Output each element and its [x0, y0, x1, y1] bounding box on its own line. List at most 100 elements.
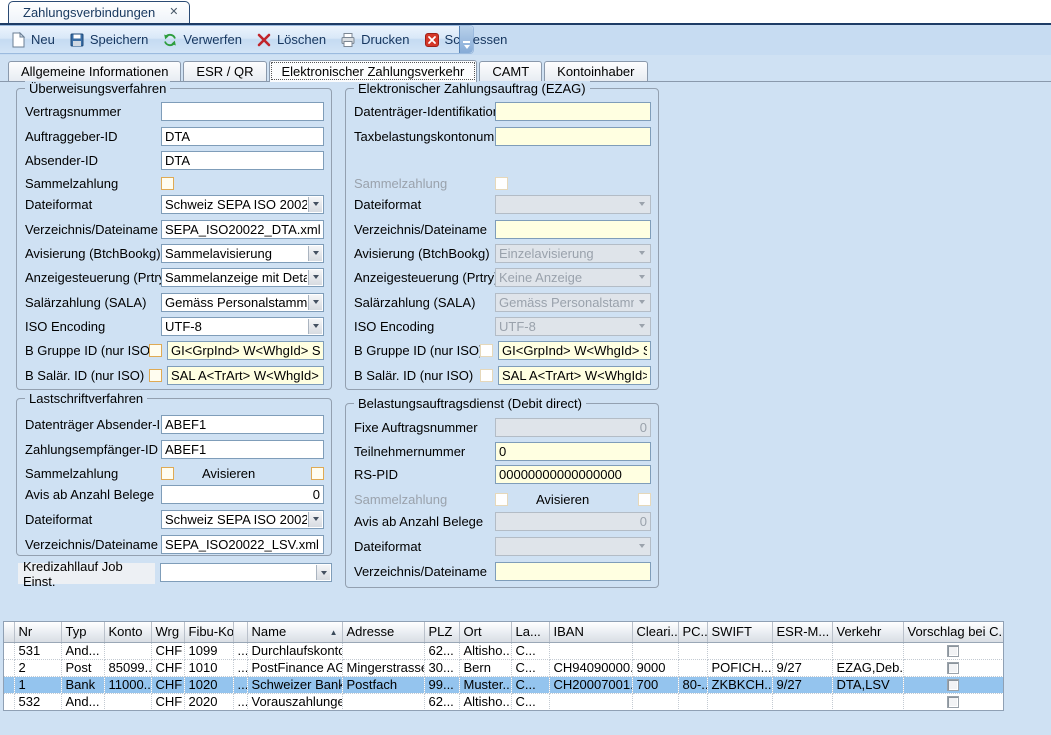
sammelzahlung-checkbox[interactable]	[161, 467, 174, 480]
column-header[interactable]: La...	[511, 622, 549, 642]
grid-cell[interactable]: Postfach	[342, 676, 424, 693]
grid-cell[interactable]: And...	[61, 642, 104, 659]
grid-cell[interactable]: 532	[14, 693, 61, 710]
grid-cell[interactable]	[549, 642, 632, 659]
grid-cell[interactable]: ZKBKCH...	[707, 676, 772, 693]
column-header[interactable]	[4, 622, 14, 642]
column-header[interactable]: Name▲	[247, 622, 342, 642]
grid-cell[interactable]: ...	[233, 693, 247, 710]
grid-cell[interactable]: 1099	[184, 642, 233, 659]
grid-cell[interactable]: 531	[14, 642, 61, 659]
tab-kontoinhaber[interactable]: Kontoinhaber	[544, 61, 647, 81]
grid-cell[interactable]	[832, 642, 903, 659]
table-row[interactable]: 531And...CHF1099...Durchlaufskonto62...A…	[4, 642, 1003, 659]
table-row[interactable]: 532And... CHF2020...Vorauszahlungen 62...A…	[4, 693, 1003, 710]
grid-cell[interactable]	[678, 642, 707, 659]
grid-cell[interactable]: PostFinance AG	[247, 659, 342, 676]
grid-cell[interactable]	[104, 642, 151, 659]
verzeichnis-input[interactable]	[161, 220, 324, 239]
grid-cell[interactable]: Mingerstrasse ...	[342, 659, 424, 676]
grid-cell[interactable]: DTA,LSV	[832, 676, 903, 693]
avisierung-dropdown[interactable]: Sammelavisierung	[161, 244, 324, 263]
grid-cell[interactable]: CHF	[151, 693, 184, 710]
absender-id-input[interactable]	[161, 151, 324, 170]
discard-button[interactable]: Verwerfen	[155, 30, 249, 50]
avisieren-checkbox[interactable]	[638, 493, 651, 506]
grid-cell[interactable]: EZAG,Deb...	[832, 659, 903, 676]
row-proposal-checkbox[interactable]	[947, 662, 959, 674]
dateiformat-dropdown[interactable]: Schweiz SEPA ISO 20022 XM	[161, 195, 324, 214]
grid-cell[interactable]	[832, 693, 903, 710]
print-button[interactable]: Drucken	[333, 30, 416, 50]
grid-cell[interactable]: 700	[632, 676, 678, 693]
table-row[interactable]: 1Bank11000...CHF1020...Schweizer BankPos…	[4, 676, 1003, 693]
iso-encoding-dropdown[interactable]: UTF-8	[161, 317, 324, 336]
column-header[interactable]: SWIFT	[707, 622, 772, 642]
vertragsnummer-input[interactable]	[161, 102, 324, 121]
grid-cell[interactable]: Post	[61, 659, 104, 676]
b-gruppe-id-checkbox[interactable]	[149, 344, 162, 357]
grid-cell[interactable]	[549, 693, 632, 710]
sammelzahlung-checkbox[interactable]	[161, 177, 174, 190]
save-button[interactable]: Speichern	[62, 30, 156, 50]
tab-elektronischer-zahlungsverkehr[interactable]: Elektronischer Zahlungsverkehr	[269, 60, 478, 82]
avis-ab-anzahl-belege-input[interactable]	[161, 485, 324, 504]
column-header[interactable]	[233, 622, 247, 642]
column-header[interactable]: Konto	[104, 622, 151, 642]
grid-cell[interactable]: C...	[511, 642, 549, 659]
grid-cell[interactable]: CHF	[151, 659, 184, 676]
grid-cell[interactable]: Durchlaufskonto	[247, 642, 342, 659]
taxbelastungskontonummer-input[interactable]	[495, 127, 651, 146]
row-proposal-checkbox[interactable]	[947, 696, 959, 708]
grid-cell[interactable]	[342, 642, 424, 659]
grid-cell[interactable]: 62...	[424, 693, 459, 710]
grid-cell[interactable]: 85099...	[104, 659, 151, 676]
column-header[interactable]: Ort	[459, 622, 511, 642]
grid-cell[interactable]: Muster...	[459, 676, 511, 693]
column-header[interactable]: PC...	[678, 622, 707, 642]
grid-cell[interactable]: ...	[233, 642, 247, 659]
grid-cell[interactable]: Vorauszahlungen	[247, 693, 342, 710]
column-header[interactable]: Fibu-Ko...	[184, 622, 233, 642]
grid-cell[interactable]	[104, 693, 151, 710]
chevron-down-icon[interactable]	[308, 295, 322, 310]
teilnehmernummer-input[interactable]	[495, 442, 651, 461]
grid-cell[interactable]	[707, 693, 772, 710]
grid-cell[interactable]: 80-...	[678, 676, 707, 693]
grid-cell[interactable]: 11000...	[104, 676, 151, 693]
chevron-down-icon[interactable]	[308, 197, 322, 212]
grid-cell[interactable]: ...	[233, 659, 247, 676]
grid-cell[interactable]	[632, 642, 678, 659]
column-header[interactable]: Vorschlag bei C...	[903, 622, 1003, 642]
grid-cell[interactable]: Altisho...	[459, 642, 511, 659]
column-header[interactable]: Nr	[14, 622, 61, 642]
grid-cell[interactable]: C...	[511, 659, 549, 676]
grid-cell[interactable]: CHF	[151, 676, 184, 693]
tab-esr-qr[interactable]: ESR / QR	[183, 61, 266, 81]
avisieren-checkbox[interactable]	[311, 467, 324, 480]
datentraeger-identifikation-input[interactable]	[495, 102, 651, 121]
chevron-down-icon[interactable]	[308, 319, 322, 334]
grid-cell[interactable]	[772, 693, 832, 710]
grid-cell[interactable]	[678, 693, 707, 710]
chevron-down-icon[interactable]	[316, 565, 330, 580]
grid-cell[interactable]: 9/27	[772, 659, 832, 676]
grid-cell[interactable]: 1010	[184, 659, 233, 676]
grid-cell[interactable]: Bank	[61, 676, 104, 693]
kredizahllauf-dropdown[interactable]	[160, 563, 332, 583]
auftraggeber-id-input[interactable]	[161, 127, 324, 146]
grid-cell[interactable]: CHF	[151, 642, 184, 659]
table-row[interactable]: 2Post85099...CHF1010...PostFinance AGMin…	[4, 659, 1003, 676]
zahlungsempfaenger-id-input[interactable]	[161, 440, 324, 459]
grid-cell[interactable]: Bern	[459, 659, 511, 676]
toolbar-overflow-button[interactable]	[459, 26, 473, 53]
delete-button[interactable]: Löschen	[249, 30, 333, 50]
grid-cell[interactable]: Altisho...	[459, 693, 511, 710]
salaerzahlung-dropdown[interactable]: Gemäss Personalstamm	[161, 293, 324, 312]
grid-cell[interactable]	[678, 659, 707, 676]
column-header[interactable]: Verkehr	[832, 622, 903, 642]
grid-cell[interactable]: CH20007001...	[549, 676, 632, 693]
grid-cell[interactable]: And...	[61, 693, 104, 710]
grid-cell[interactable]: 9000	[632, 659, 678, 676]
grid-cell[interactable]: 2020	[184, 693, 233, 710]
